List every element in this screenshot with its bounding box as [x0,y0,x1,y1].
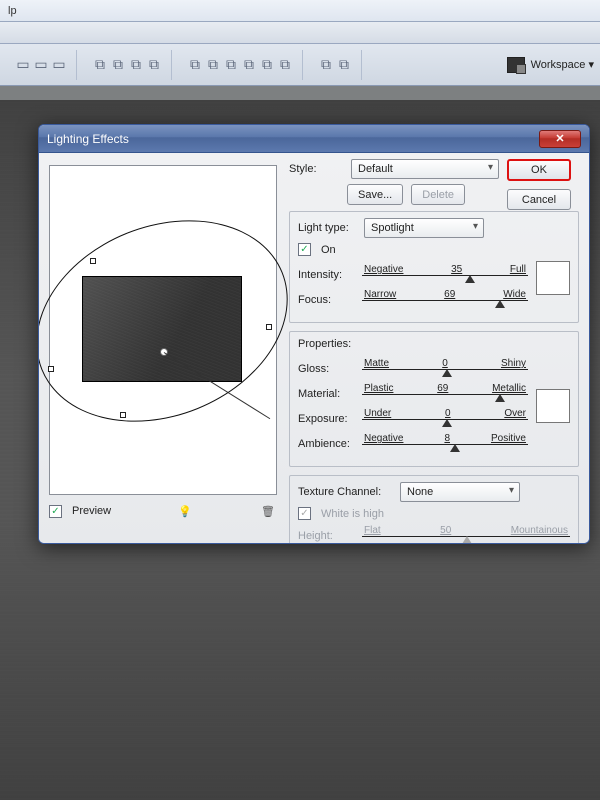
intensity-right: Full [510,264,526,275]
dialog-title: Lighting Effects [47,132,129,146]
light-section: Light type: Spotlight ✓ On Intensity: [289,211,579,323]
light-ellipse[interactable] [38,184,318,458]
gloss-label: Gloss: [298,363,356,375]
distribute-icon[interactable]: ⧉ [276,56,294,74]
lighting-effects-dialog: Lighting Effects ✕ ✓ Preview 💡 🗑 [38,124,590,544]
exposure-label: Exposure: [298,413,356,425]
toolbar-group: ⧉ ⧉ ⧉ ⧉ [83,50,172,80]
material-slider[interactable]: Plastic 69 Metallic [362,383,528,405]
save-label: Save... [358,189,392,201]
delete-button: Delete [411,184,465,205]
delete-label: Delete [422,189,454,201]
cancel-label: Cancel [522,194,556,206]
texture-channel-value: None [407,486,433,498]
distribute-icon[interactable]: ⧉ [127,56,145,74]
close-button[interactable]: ✕ [539,130,581,148]
preview-pane[interactable] [49,165,277,495]
texture-section: Texture Channel: None ✓ White is high He… [289,475,579,544]
light-type-combo[interactable]: Spotlight [364,218,484,238]
style-combo[interactable]: Default [351,159,499,179]
ambience-slider[interactable]: Negative 8 Positive [362,433,528,455]
distribute-icon[interactable]: ⧉ [186,56,204,74]
bridge-icon[interactable] [507,57,525,73]
distribute-icon[interactable]: ⧉ [317,56,335,74]
on-checkbox[interactable]: ✓ [298,243,311,256]
intensity-left: Negative [364,264,403,275]
menu-fragment: lp [8,5,17,17]
focus-left: Narrow [364,289,396,300]
preview-checkbox[interactable]: ✓ [49,505,62,518]
ambience-label: Ambience: [298,438,356,450]
options-bar [0,22,600,44]
gloss-slider[interactable]: Matte 0 Shiny [362,358,528,380]
distribute-icon[interactable]: ⧉ [222,56,240,74]
ok-label: OK [531,164,547,176]
distribute-icon[interactable]: ⧉ [258,56,276,74]
ellipse-handle[interactable] [266,324,272,330]
align-icon[interactable]: ▭ [50,56,68,74]
preview-footer: ✓ Preview 💡 🗑 [49,501,277,521]
exposure-slider[interactable]: Under 0 Over [362,408,528,430]
texture-channel-combo[interactable]: None [400,482,520,502]
on-label: On [321,244,336,256]
toolbar-icons: ▭ ▭ ▭ ⧉ ⧉ ⧉ ⧉ ⧉ ⧉ ⧉ ⧉ ⧉ ⧉ ⧉ ⧉ Workspace … [0,44,600,86]
menu-bar: lp [0,0,600,22]
distribute-icon[interactable]: ⧉ [240,56,258,74]
ellipse-handle[interactable] [120,412,126,418]
properties-heading: Properties: [298,338,351,350]
properties-section: Properties: Gloss: Matte 0 Shiny [289,331,579,467]
close-icon: ✕ [555,132,564,145]
distribute-icon[interactable]: ⧉ [145,56,163,74]
cancel-button[interactable]: Cancel [507,189,571,210]
ok-button[interactable]: OK [507,159,571,181]
focus-label: Focus: [298,294,356,306]
align-icon[interactable]: ▭ [32,56,50,74]
focus-value: 69 [444,289,455,300]
ellipse-handle[interactable] [48,366,54,372]
light-type-value: Spotlight [371,222,414,234]
intensity-label: Intensity: [298,269,356,281]
focus-slider[interactable]: Narrow 69 Wide [362,289,528,311]
toolbar-group: ⧉ ⧉ ⧉ ⧉ ⧉ ⧉ [178,50,303,80]
material-label: Material: [298,388,356,400]
white-high-checkbox: ✓ [298,507,311,520]
ambient-color-swatch[interactable] [536,389,570,423]
save-button[interactable]: Save... [347,184,403,205]
focus-right: Wide [503,289,526,300]
distribute-icon[interactable]: ⧉ [204,56,222,74]
preview-label: Preview [72,505,111,517]
height-slider: Flat 50 Mountainous [362,525,570,544]
distribute-icon[interactable]: ⧉ [335,56,353,74]
ellipse-handle[interactable] [90,258,96,264]
distribute-icon[interactable]: ⧉ [91,56,109,74]
style-value: Default [358,163,393,175]
height-label: Height: [298,530,356,542]
style-label: Style: [289,163,345,175]
workspace-dropdown[interactable]: Workspace ▾ [531,58,594,71]
intensity-slider[interactable]: Negative 35 Full [362,264,528,286]
light-color-swatch[interactable] [536,261,570,295]
texture-channel-label: Texture Channel: [298,486,394,498]
intensity-value: 35 [451,264,462,275]
align-icon[interactable]: ▭ [14,56,32,74]
dialog-titlebar[interactable]: Lighting Effects ✕ [39,125,589,153]
light-type-label: Light type: [298,222,358,234]
distribute-icon[interactable]: ⧉ [109,56,127,74]
toolbar-group: ⧉ ⧉ [309,50,362,80]
toolbar-group: ▭ ▭ ▭ [6,50,77,80]
lightbulb-icon[interactable]: 💡 [176,502,194,520]
trash-icon[interactable]: 🗑 [259,502,277,520]
white-high-label: White is high [321,508,384,520]
